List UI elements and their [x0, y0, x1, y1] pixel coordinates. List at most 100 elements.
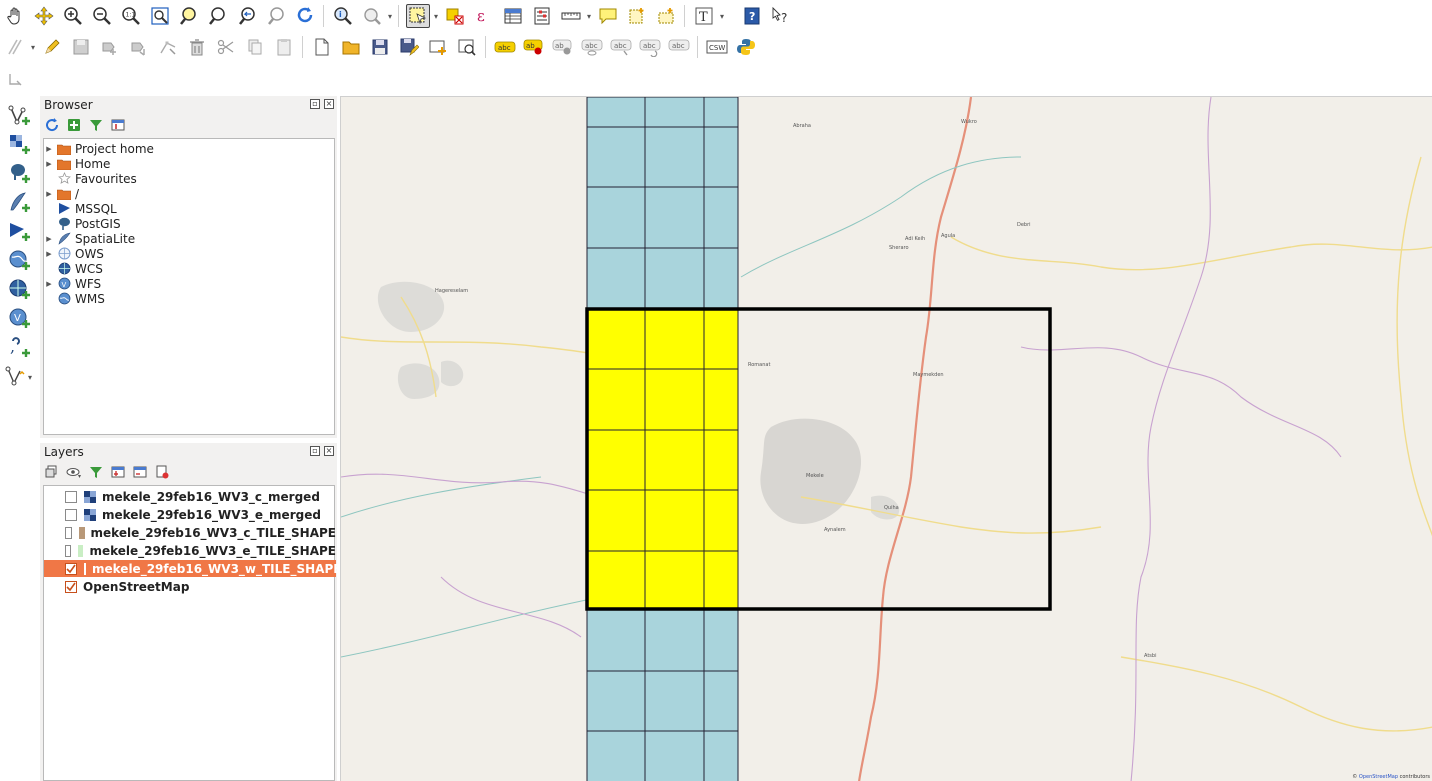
close-panel-button[interactable]: × [324, 446, 334, 456]
expand-arrow-icon[interactable]: ▶ [44, 235, 54, 243]
layer-row-selected[interactable]: mekele_29feb16_WV3_w_TILE_SHAPE [44, 560, 341, 577]
current-edits-button[interactable] [3, 35, 27, 59]
select-features-button[interactable] [405, 4, 430, 28]
browser-item-favourites[interactable]: Favourites [44, 171, 137, 186]
composer-manager-button[interactable] [455, 35, 479, 59]
browser-item-spatialite[interactable]: ▶ SpatiaLite [44, 231, 135, 246]
zoom-in-button[interactable] [61, 4, 85, 28]
open-layer-styling-button[interactable] [44, 464, 60, 480]
measure-line-button[interactable] [559, 4, 583, 28]
layer-visibility-checkbox[interactable] [65, 508, 77, 521]
save-project-button[interactable] [368, 35, 392, 59]
layer-row[interactable]: mekele_29feb16_WV3_c_merged [44, 488, 336, 505]
deselect-features-button[interactable] [443, 4, 467, 28]
map-tips-button[interactable] [596, 4, 620, 28]
float-panel-button[interactable]: ▫ [310, 99, 320, 109]
layer-visibility-checkbox[interactable] [65, 544, 72, 557]
zoom-to-selection-button[interactable] [177, 4, 201, 28]
zoom-last-button[interactable] [235, 4, 259, 28]
new-project-button[interactable] [310, 35, 334, 59]
add-wms-layer-button[interactable] [3, 246, 35, 274]
edits-dropdown[interactable]: ▾ [29, 35, 37, 59]
show-bookmarks-button[interactable] [654, 4, 678, 28]
label-pin-button[interactable]: ab [522, 35, 546, 59]
remove-layer-button[interactable] [154, 464, 170, 480]
manage-map-themes-button[interactable]: ▾ [66, 464, 82, 480]
open-project-button[interactable] [339, 35, 363, 59]
label-rotate-button[interactable]: abc [638, 35, 662, 59]
copy-features-button[interactable] [243, 35, 267, 59]
close-panel-button[interactable]: × [324, 99, 334, 109]
new-bookmark-button[interactable] [625, 4, 649, 28]
pan-tool-button[interactable] [3, 4, 27, 28]
layer-visibility-checkbox[interactable] [65, 526, 72, 539]
refresh-button[interactable] [293, 4, 317, 28]
layer-visibility-checkbox[interactable] [65, 562, 77, 575]
label-highlight-button[interactable]: ab [551, 35, 575, 59]
layer-labeling-options-button[interactable]: abc [493, 35, 517, 59]
label-move-button[interactable]: abc [609, 35, 633, 59]
expand-arrow-icon[interactable]: ▶ [44, 190, 54, 198]
expand-arrow-icon[interactable]: ▶ [44, 145, 54, 153]
select-dropdown[interactable]: ▾ [432, 4, 440, 28]
add-selected-layers-button[interactable] [66, 117, 82, 133]
run-feature-action-button[interactable] [360, 4, 384, 28]
osm-attribution-link[interactable]: OpenStreetMap [1359, 774, 1398, 780]
add-raster-layer-button[interactable] [3, 130, 35, 158]
zoom-full-button[interactable] [148, 4, 172, 28]
add-wcs-layer-button[interactable] [3, 275, 35, 303]
expand-all-button[interactable] [110, 464, 126, 480]
refresh-browser-button[interactable] [44, 117, 60, 133]
filter-legend-button[interactable] [88, 464, 104, 480]
annotation-dropdown[interactable]: ▾ [718, 4, 726, 28]
zoom-next-button[interactable] [264, 4, 288, 28]
browser-item-home[interactable]: ▶ Home [44, 156, 110, 171]
layer-visibility-checkbox[interactable] [65, 490, 77, 503]
zoom-native-button[interactable]: 1:1 [119, 4, 143, 28]
delete-selected-button[interactable] [185, 35, 209, 59]
add-wfs-layer-button[interactable]: V [3, 304, 35, 332]
open-attribute-table-button[interactable] [501, 4, 525, 28]
expand-arrow-icon[interactable]: ▶ [44, 250, 54, 258]
cut-features-button[interactable] [214, 35, 238, 59]
text-annotation-button[interactable]: T [692, 4, 716, 28]
browser-item-root[interactable]: ▶ / [44, 186, 79, 201]
label-change-button[interactable]: abc [667, 35, 691, 59]
collapse-all-button[interactable] [132, 464, 148, 480]
measure-dropdown[interactable]: ▾ [585, 4, 593, 28]
node-tool-button[interactable] [156, 35, 180, 59]
field-calculator-button[interactable] [530, 4, 554, 28]
add-postgis-layer-button[interactable] [3, 159, 35, 187]
float-panel-button[interactable]: ▫ [310, 446, 320, 456]
paste-features-button[interactable] [272, 35, 296, 59]
python-console-button[interactable] [734, 35, 758, 59]
help-contents-button[interactable]: ? [740, 4, 764, 28]
add-mssql-layer-button[interactable] [3, 217, 35, 245]
add-delimited-text-layer-button[interactable]: , [3, 333, 35, 361]
add-vector-layer-button[interactable] [3, 101, 35, 129]
save-layer-edits-button[interactable] [69, 35, 93, 59]
zoom-to-layer-button[interactable] [206, 4, 230, 28]
browser-item-wms[interactable]: WMS [44, 291, 105, 306]
browser-item-project-home[interactable]: ▶ Project home [44, 141, 154, 156]
add-feature-button[interactable] [98, 35, 122, 59]
add-spatialite-layer-button[interactable] [3, 188, 35, 216]
toggle-editing-button[interactable] [40, 35, 64, 59]
pan-to-selection-button[interactable] [32, 4, 56, 28]
browser-item-wcs[interactable]: WCS [44, 261, 103, 276]
metasearch-csw-button[interactable]: CSW [705, 35, 729, 59]
expand-arrow-icon[interactable]: ▶ [44, 160, 54, 168]
new-shapefile-layer-button[interactable]: ▾ [3, 362, 35, 390]
map-canvas[interactable]: Hagereselam Wukro Agula Maymekden Mekele… [340, 96, 1432, 781]
snapping-tool-button[interactable] [3, 67, 27, 91]
filter-browser-button[interactable] [88, 117, 104, 133]
zoom-out-button[interactable] [90, 4, 114, 28]
browser-item-mssql[interactable]: MSSQL [44, 201, 117, 216]
action-dropdown[interactable]: ▾ [386, 4, 394, 28]
layer-row[interactable]: mekele_29feb16_WV3_e_TILE_SHAPE [44, 542, 336, 559]
browser-item-ows[interactable]: ▶ OWS [44, 246, 104, 261]
save-as-button[interactable] [397, 35, 421, 59]
whats-this-button[interactable]: ? [769, 4, 793, 28]
layer-row[interactable]: mekele_29feb16_WV3_e_merged [44, 506, 336, 523]
browser-item-wfs[interactable]: ▶ V WFS [44, 276, 101, 291]
